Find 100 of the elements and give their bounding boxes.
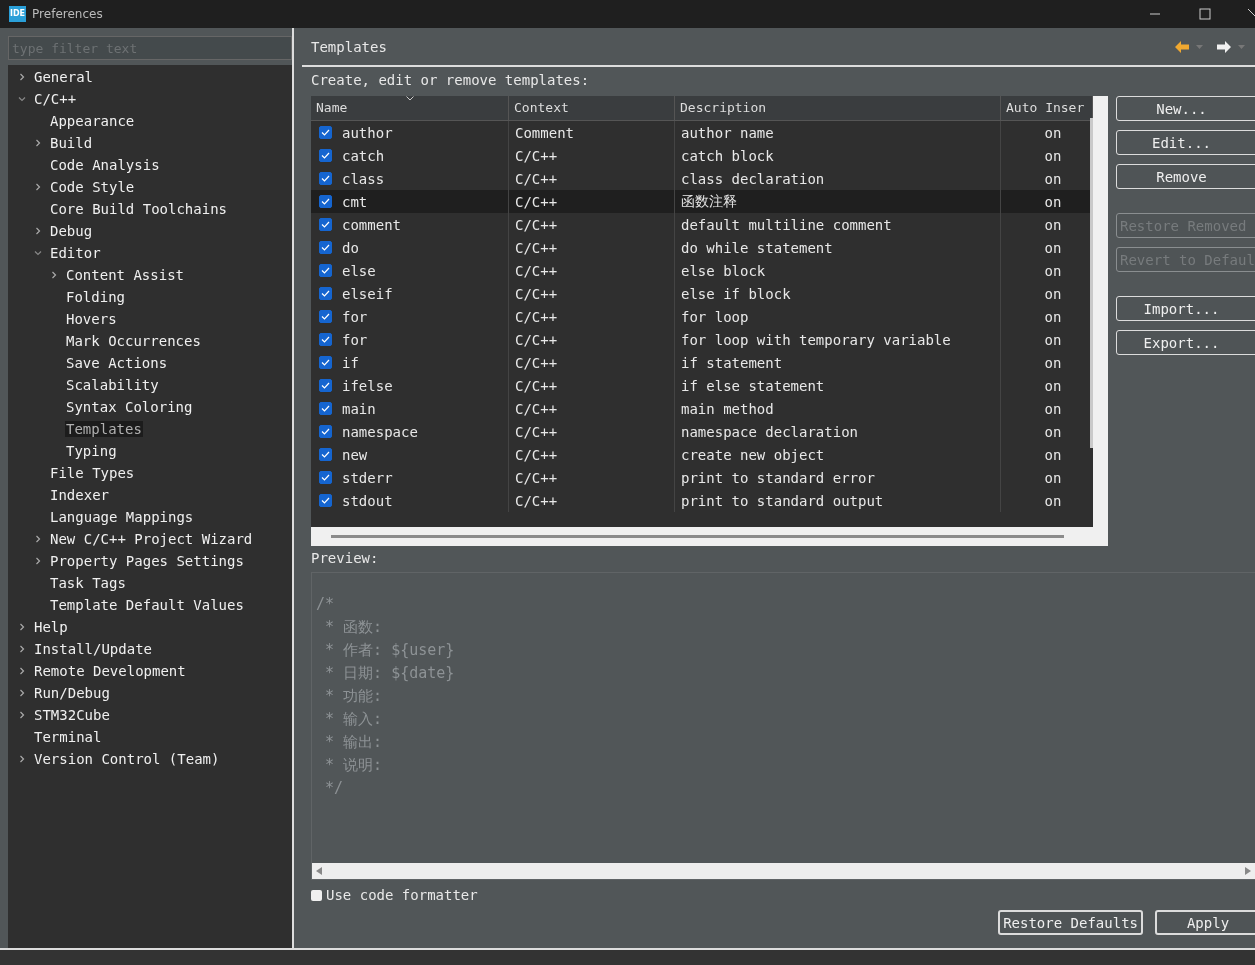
- tree-item[interactable]: Build: [49, 135, 94, 151]
- tree-item[interactable]: Folding: [65, 289, 126, 305]
- tree-item[interactable]: Template Default Values: [49, 597, 245, 613]
- table-row[interactable]: stderr C/C++ print to standard error on: [311, 466, 1093, 489]
- tree-item[interactable]: Help: [33, 619, 69, 635]
- checkbox[interactable]: [319, 241, 332, 254]
- table-row[interactable]: new C/C++ create new object on: [311, 443, 1093, 466]
- checkbox[interactable]: [319, 195, 332, 208]
- chevron-icon[interactable]: [34, 249, 42, 257]
- checkbox[interactable]: [319, 149, 332, 162]
- chevron-icon[interactable]: [50, 271, 58, 279]
- tree-item[interactable]: Task Tags: [49, 575, 127, 591]
- tree-item[interactable]: Indexer: [49, 487, 110, 503]
- checkbox[interactable]: [319, 310, 332, 323]
- tree-item[interactable]: File Types: [49, 465, 136, 481]
- side-button[interactable]: Remove: [1116, 164, 1255, 189]
- chevron-icon[interactable]: [18, 645, 26, 653]
- checkbox[interactable]: [319, 494, 332, 507]
- chevron-icon[interactable]: [18, 689, 26, 697]
- table-row[interactable]: elseif C/C++ else if block on: [311, 282, 1093, 305]
- chevron-icon[interactable]: [34, 535, 42, 543]
- checkbox[interactable]: [319, 379, 332, 392]
- table-row[interactable]: do C/C++ do while statement on: [311, 236, 1093, 259]
- table-row[interactable]: if C/C++ if statement on: [311, 351, 1093, 374]
- tree-item[interactable]: Editor: [49, 245, 102, 261]
- checkbox[interactable]: [319, 218, 332, 231]
- checkbox[interactable]: [319, 287, 332, 300]
- checkbox[interactable]: [319, 126, 332, 139]
- tree-item[interactable]: Run/Debug: [33, 685, 111, 701]
- tree-item[interactable]: Remote Development: [33, 663, 187, 679]
- tree-item[interactable]: Property Pages Settings: [49, 553, 245, 569]
- side-button[interactable]: Export...: [1116, 330, 1255, 355]
- tree-item[interactable]: New C/C++ Project Wizard: [49, 531, 254, 547]
- chevron-icon[interactable]: [18, 73, 26, 81]
- forward-arrow-icon[interactable]: [1217, 40, 1231, 53]
- tree-item[interactable]: STM32Cube: [33, 707, 111, 723]
- checkbox[interactable]: [311, 889, 322, 901]
- tree-item[interactable]: C/C++: [33, 91, 78, 107]
- dialog-button[interactable]: Restore Defaults: [998, 910, 1143, 935]
- checkbox-label[interactable]: Use code formatter: [326, 887, 478, 903]
- chevron-icon[interactable]: [18, 755, 26, 763]
- tree-item[interactable]: Mark Occurrences: [65, 333, 202, 349]
- tree-item[interactable]: Content Assist: [65, 267, 185, 283]
- scroll-left-icon[interactable]: [316, 867, 322, 875]
- checkbox[interactable]: [319, 172, 332, 185]
- tree-item[interactable]: Code Style: [49, 179, 136, 195]
- table-row[interactable]: else C/C++ else block on: [311, 259, 1093, 282]
- table-row[interactable]: stdout C/C++ print to standard output on: [311, 489, 1093, 512]
- tree-item[interactable]: Code Analysis: [49, 157, 161, 173]
- tree-item[interactable]: Debug: [49, 223, 94, 239]
- scroll-right-icon[interactable]: [1245, 867, 1251, 875]
- chevron-icon[interactable]: [18, 667, 26, 675]
- checkbox[interactable]: [319, 448, 332, 461]
- tree-item[interactable]: Install/Update: [33, 641, 153, 657]
- dialog-button[interactable]: Apply: [1155, 910, 1255, 935]
- tree-item[interactable]: General: [33, 69, 94, 85]
- checkbox[interactable]: [319, 333, 332, 346]
- side-button[interactable]: Edit...: [1116, 130, 1255, 155]
- horizontal-scrollbar[interactable]: [312, 863, 1255, 879]
- checkbox[interactable]: [319, 402, 332, 415]
- side-button[interactable]: Import...: [1116, 296, 1255, 321]
- chevron-icon[interactable]: [18, 711, 26, 719]
- tree-item[interactable]: Version Control (Team): [33, 751, 221, 767]
- checkbox[interactable]: [319, 264, 332, 277]
- back-arrow-icon[interactable]: [1175, 40, 1189, 53]
- column-header[interactable]: Context: [509, 96, 675, 120]
- chevron-icon[interactable]: [18, 95, 26, 103]
- tree-item[interactable]: Save Actions: [65, 355, 169, 371]
- table-row[interactable]: ifelse C/C++ if else statement on: [311, 374, 1093, 397]
- column-header[interactable]: Name: [311, 96, 509, 120]
- table-row[interactable]: cmt C/C++ 函数注释 on: [311, 190, 1093, 213]
- column-header[interactable]: Description: [675, 96, 1001, 120]
- vertical-scrollbar[interactable]: [1090, 118, 1093, 448]
- checkbox[interactable]: [319, 425, 332, 438]
- table-row[interactable]: author Comment author name on: [311, 121, 1093, 144]
- table-row[interactable]: main C/C++ main method on: [311, 397, 1093, 420]
- checkbox[interactable]: [319, 356, 332, 369]
- chevron-icon[interactable]: [18, 623, 26, 631]
- maximize-icon[interactable]: [1199, 8, 1211, 20]
- tree-item[interactable]: Terminal: [33, 729, 103, 745]
- table-row[interactable]: namespace C/C++ namespace declaration on: [311, 420, 1093, 443]
- chevron-icon[interactable]: [34, 227, 42, 235]
- checkbox[interactable]: [319, 471, 332, 484]
- tree-item[interactable]: Templates: [65, 421, 143, 437]
- table-row[interactable]: comment C/C++ default multiline comment on: [311, 213, 1093, 236]
- tree-item[interactable]: Hovers: [65, 311, 118, 327]
- side-button[interactable]: New...: [1116, 96, 1255, 121]
- tree-item[interactable]: Typing: [65, 443, 118, 459]
- tree-item[interactable]: Scalability: [65, 377, 160, 393]
- table-row[interactable]: for C/C++ for loop with temporary variable on: [311, 328, 1093, 351]
- tree-item[interactable]: Appearance: [49, 113, 136, 129]
- tree-item[interactable]: Core Build Toolchains: [49, 201, 228, 217]
- tree-item[interactable]: Language Mappings: [49, 509, 195, 525]
- chevron-icon[interactable]: [34, 183, 42, 191]
- chevron-icon[interactable]: [34, 139, 42, 147]
- horizontal-scrollbar[interactable]: [331, 535, 1064, 538]
- table-row[interactable]: catch C/C++ catch block on: [311, 144, 1093, 167]
- tree-item[interactable]: Syntax Coloring: [65, 399, 194, 415]
- chevron-icon[interactable]: [34, 557, 42, 565]
- table-row[interactable]: for C/C++ for loop on: [311, 305, 1093, 328]
